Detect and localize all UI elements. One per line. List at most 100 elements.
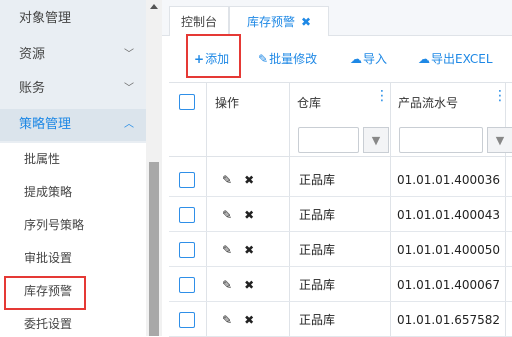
table-header: 操作 仓库 ⋮ 产品流水号 ⋮ xyxy=(169,83,512,121)
highlight-box-add xyxy=(186,34,241,78)
sidebar-item-label: 资源 xyxy=(19,47,46,62)
sidebar: 对象管理 资源 ﹀ 账务 ﹀ 策略管理 ︿ 批属性 提成策略 序列号策略 审批设… xyxy=(0,0,162,336)
select-all-cell xyxy=(179,83,195,121)
serial-value: 01.01.01.400036 xyxy=(397,172,501,187)
highlight-box-inventory-warning xyxy=(4,276,86,310)
sidebar-scrollbar[interactable] xyxy=(146,0,162,336)
tab-console[interactable]: 控制台 xyxy=(169,6,229,36)
tab-label: 控制台 xyxy=(180,15,217,29)
submenu-item-serial-number-strategy[interactable]: 序列号策略 xyxy=(0,209,146,241)
scroll-up-arrow-icon[interactable] xyxy=(150,4,158,9)
serial-value: 01.01.01.400067 xyxy=(397,277,501,292)
sidebar-item-strategy-management[interactable]: 策略管理 ︿ xyxy=(0,109,146,141)
export-excel-label: 导出EXCEL xyxy=(431,52,493,66)
checkbox-cell xyxy=(179,233,195,266)
filter-icon[interactable]: ▼ xyxy=(487,127,512,153)
sidebar-item-object-management[interactable]: 对象管理 xyxy=(0,3,146,35)
delete-icon[interactable]: ✖ xyxy=(244,173,254,187)
sidebar-item-label: 策略管理 xyxy=(19,117,72,132)
serial-cell: 01.01.01.657582 xyxy=(397,303,500,336)
row-checkbox[interactable] xyxy=(179,171,195,188)
tab-inventory-warning[interactable]: 库存预警 ✖ xyxy=(229,6,329,36)
data-table: 操作 仓库 ⋮ 产品流水号 ⋮ ▼ ▼ ✎ ✖ 正品库 01.01.01.400… xyxy=(169,82,512,337)
import-label: 导入 xyxy=(363,52,388,66)
pencil-icon[interactable]: ✎ xyxy=(222,243,232,257)
submenu-item-commission-strategy[interactable]: 提成策略 xyxy=(0,176,146,208)
sidebar-item-accounting[interactable]: 账务 ﹀ xyxy=(0,73,146,105)
main-content: 控制台 库存预警 ✖ +添加 ✎批量修改 ☁导入 ☁导出EXCEL 操作 仓库 … xyxy=(162,0,512,337)
header-action-label: 操作 xyxy=(215,95,240,110)
chevron-down-icon: ﹀ xyxy=(124,49,134,60)
filter-row: ▼ ▼ xyxy=(169,121,512,157)
delete-icon[interactable]: ✖ xyxy=(244,243,254,257)
export-excel-button[interactable]: ☁导出EXCEL xyxy=(418,50,493,68)
submenu-item-label: 批属性 xyxy=(24,152,61,166)
sidebar-item-resources[interactable]: 资源 ﹀ xyxy=(0,39,146,71)
serial-cell: 01.01.01.400067 xyxy=(397,268,500,301)
action-cell: ✎ ✖ xyxy=(222,198,254,231)
warehouse-filter-input[interactable] xyxy=(298,127,359,153)
column-menu-icon[interactable]: ⋮ xyxy=(375,89,389,103)
cloud-upload-icon: ☁ xyxy=(418,52,430,66)
select-all-checkbox[interactable] xyxy=(179,94,195,110)
warehouse-value: 正品库 xyxy=(299,278,336,292)
checkbox-cell xyxy=(179,268,195,301)
chevron-down-icon: ﹀ xyxy=(124,83,134,94)
serial-filter-input[interactable] xyxy=(399,127,483,153)
action-cell: ✎ ✖ xyxy=(222,233,254,266)
warehouse-cell: 正品库 xyxy=(299,303,335,336)
serial-cell: 01.01.01.400043 xyxy=(397,198,500,231)
submenu-item-approval-settings[interactable]: 审批设置 xyxy=(0,242,146,274)
serial-cell: 01.01.01.400036 xyxy=(397,163,500,196)
pencil-icon[interactable]: ✎ xyxy=(222,208,232,222)
submenu-item-delegation-settings[interactable]: 委托设置 xyxy=(0,308,146,336)
table-row[interactable]: ✎ ✖ 正品库 01.01.01.400050 xyxy=(169,233,512,267)
batch-edit-label: 批量修改 xyxy=(269,52,318,66)
submenu-item-batch-attributes[interactable]: 批属性 xyxy=(0,143,146,175)
sidebar-item-label: 账务 xyxy=(19,81,46,96)
table-row[interactable]: ✎ ✖ 正品库 01.01.01.657582 xyxy=(169,303,512,337)
pencil-icon[interactable]: ✎ xyxy=(222,173,232,187)
warehouse-cell: 正品库 xyxy=(299,163,335,196)
row-checkbox[interactable] xyxy=(179,276,195,293)
checkbox-cell xyxy=(179,303,195,336)
import-button[interactable]: ☁导入 xyxy=(350,50,387,68)
checkbox-cell xyxy=(179,163,195,196)
header-serial-label: 产品流水号 xyxy=(398,95,459,110)
close-icon[interactable]: ✖ xyxy=(301,15,311,29)
warehouse-cell: 正品库 xyxy=(299,198,335,231)
delete-icon[interactable]: ✖ xyxy=(244,208,254,222)
header-warehouse-label: 仓库 xyxy=(297,95,322,110)
pencil-icon[interactable]: ✎ xyxy=(222,313,232,327)
delete-icon[interactable]: ✖ xyxy=(244,313,254,327)
pencil-icon[interactable]: ✎ xyxy=(222,278,232,292)
checkbox-cell xyxy=(179,198,195,231)
tab-bar: 控制台 库存预警 ✖ xyxy=(162,0,512,36)
cloud-upload-icon: ☁ xyxy=(350,52,362,66)
warehouse-cell: 正品库 xyxy=(299,268,335,301)
row-checkbox[interactable] xyxy=(179,311,195,328)
row-checkbox[interactable] xyxy=(179,241,195,258)
chevron-up-icon: ︿ xyxy=(124,119,134,130)
row-checkbox[interactable] xyxy=(179,206,195,223)
serial-value: 01.01.01.400050 xyxy=(397,242,501,257)
scrollbar-thumb[interactable] xyxy=(149,162,159,336)
submenu-item-label: 审批设置 xyxy=(24,251,73,265)
table-row[interactable]: ✎ ✖ 正品库 01.01.01.400036 xyxy=(169,163,512,197)
table-row[interactable]: ✎ ✖ 正品库 01.01.01.400043 xyxy=(169,198,512,232)
table-row[interactable]: ✎ ✖ 正品库 01.01.01.400067 xyxy=(169,268,512,302)
serial-cell: 01.01.01.400050 xyxy=(397,233,500,266)
submenu-item-label: 委托设置 xyxy=(24,317,73,331)
warehouse-cell: 正品库 xyxy=(299,233,335,266)
delete-icon[interactable]: ✖ xyxy=(244,278,254,292)
submenu-item-label: 提成策略 xyxy=(24,185,73,199)
header-warehouse[interactable]: 仓库 xyxy=(297,83,321,121)
warehouse-value: 正品库 xyxy=(299,173,336,187)
header-serial[interactable]: 产品流水号 xyxy=(398,83,458,121)
action-cell: ✎ ✖ xyxy=(222,163,254,196)
pencil-icon: ✎ xyxy=(258,52,269,66)
column-menu-icon[interactable]: ⋮ xyxy=(493,89,507,103)
header-action: 操作 xyxy=(215,83,239,121)
batch-edit-button[interactable]: ✎批量修改 xyxy=(258,50,317,68)
filter-icon[interactable]: ▼ xyxy=(363,127,389,153)
